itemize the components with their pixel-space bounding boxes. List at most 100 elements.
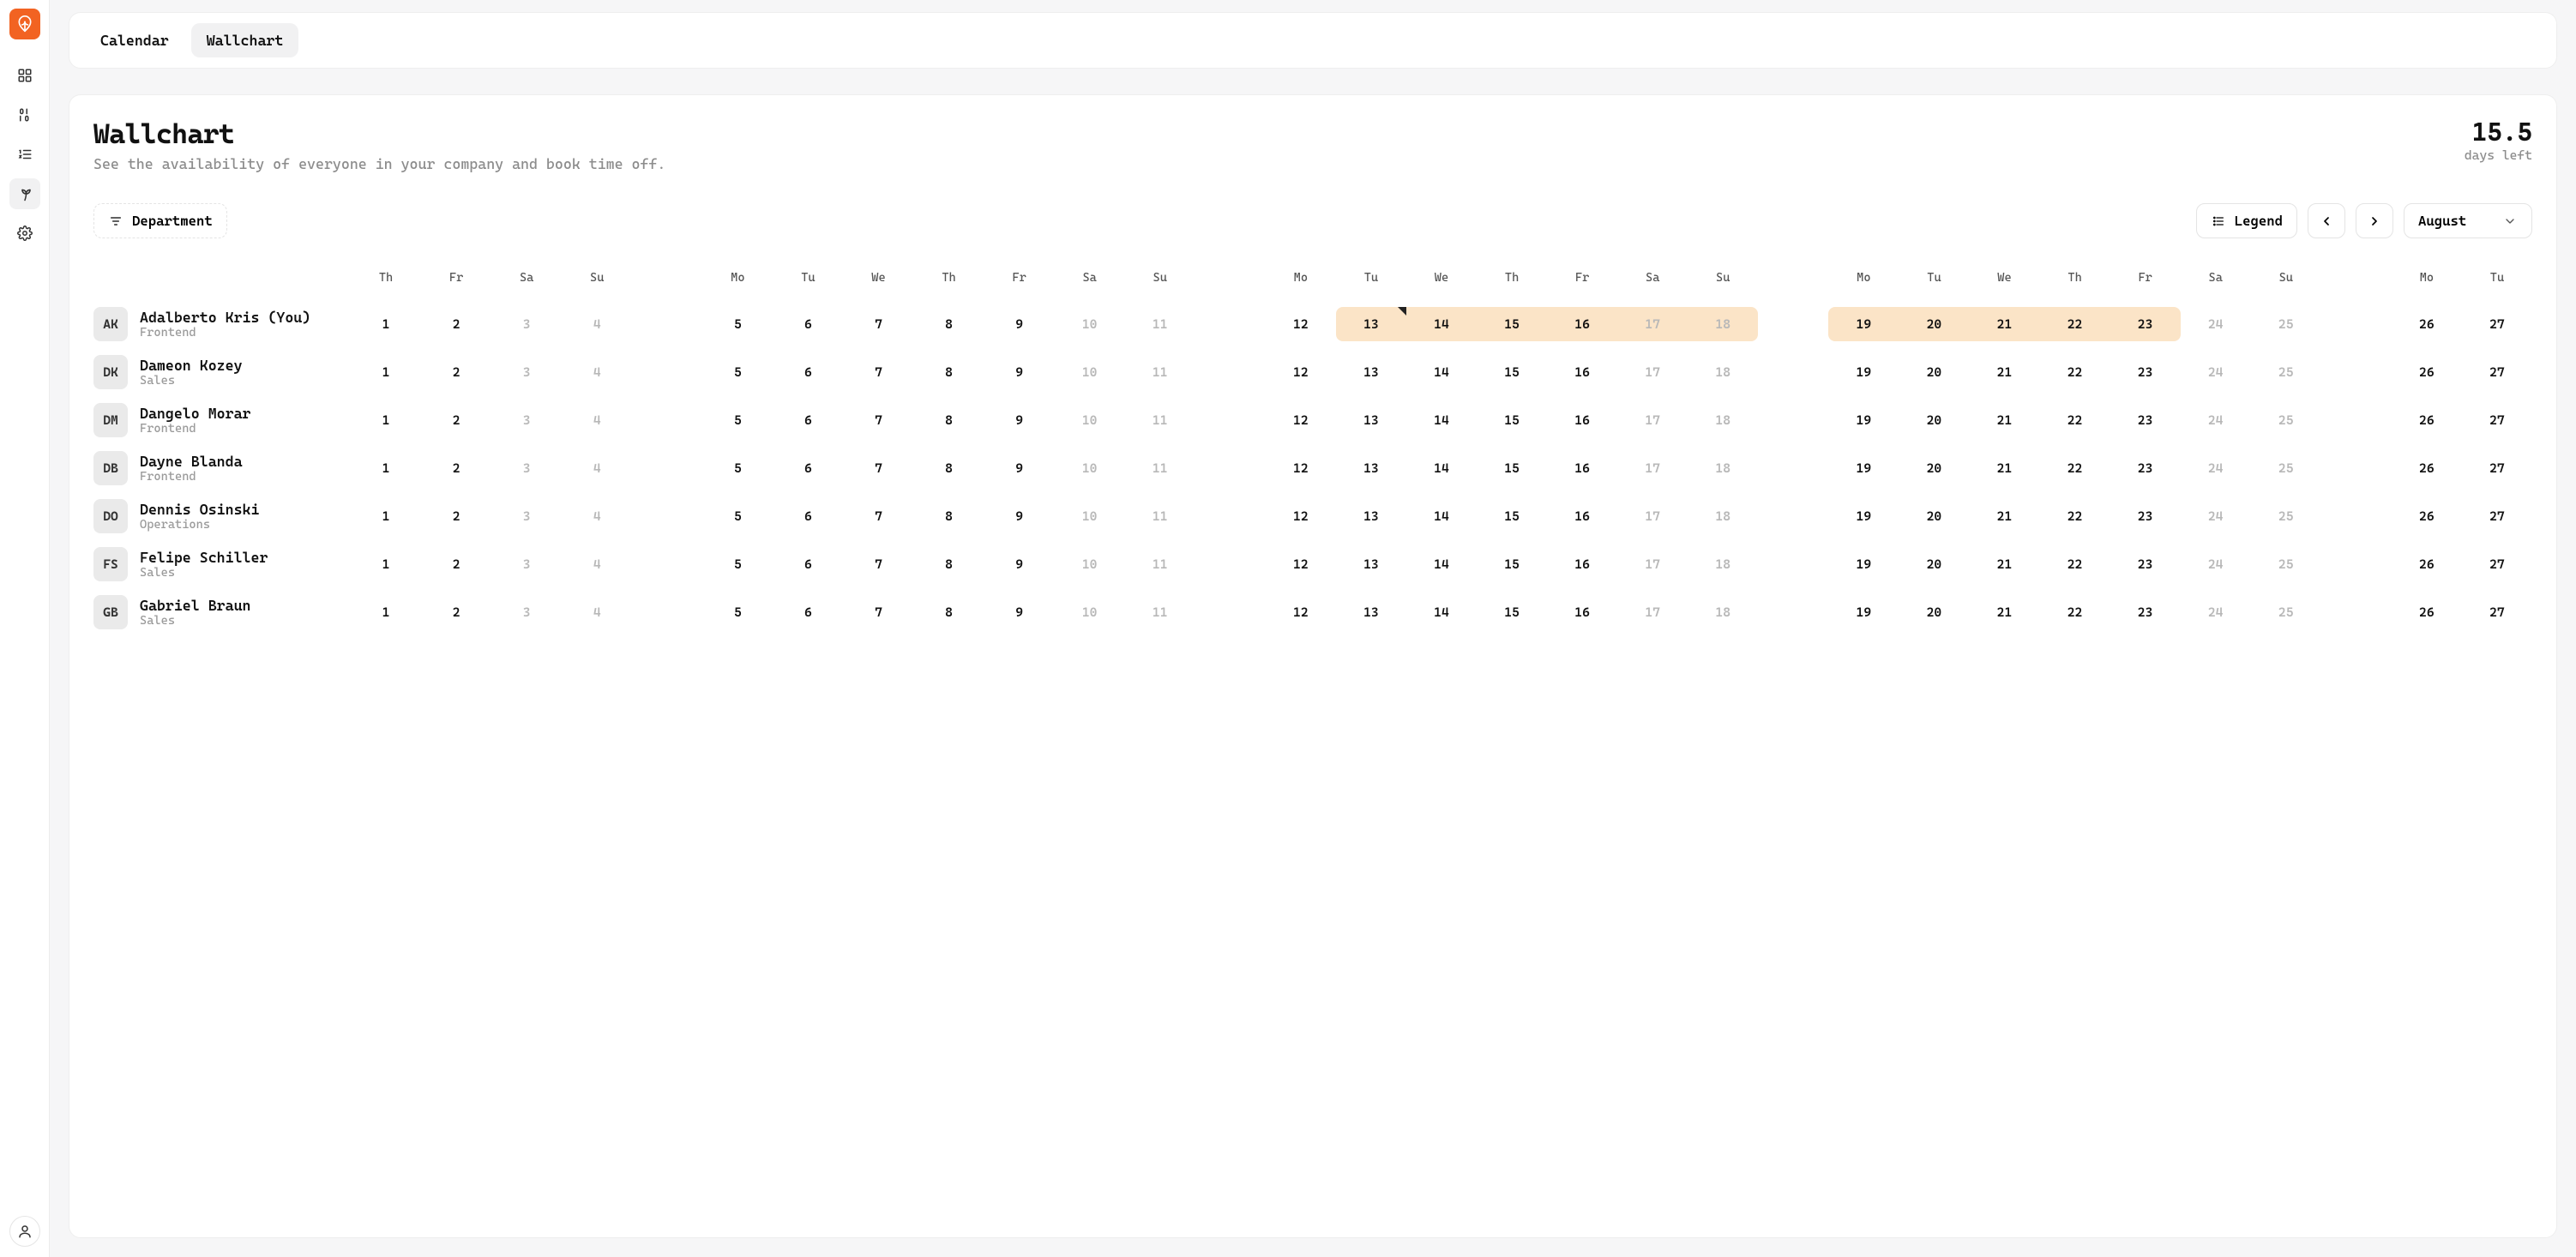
day-cell[interactable]: 21 bbox=[1969, 403, 2039, 437]
day-cell[interactable]: 9 bbox=[984, 403, 1055, 437]
day-cell[interactable]: 8 bbox=[914, 307, 984, 341]
day-cell[interactable]: 12 bbox=[1266, 307, 1336, 341]
day-cell[interactable]: 24 bbox=[2181, 355, 2251, 389]
day-cell[interactable]: 16 bbox=[1547, 451, 1617, 485]
day-cell[interactable]: 10 bbox=[1055, 403, 1125, 437]
user-menu[interactable] bbox=[9, 1216, 40, 1247]
day-cell[interactable]: 3 bbox=[491, 499, 562, 533]
day-cell[interactable]: 10 bbox=[1055, 547, 1125, 581]
day-cell[interactable]: 26 bbox=[2392, 499, 2462, 533]
day-cell[interactable]: 1 bbox=[351, 403, 421, 437]
day-cell[interactable]: 25 bbox=[2251, 355, 2321, 389]
day-cell[interactable]: 17 bbox=[1617, 403, 1688, 437]
day-cell[interactable]: 3 bbox=[491, 547, 562, 581]
day-cell[interactable]: 21 bbox=[1969, 307, 2039, 341]
day-cell[interactable]: 17 bbox=[1617, 547, 1688, 581]
day-cell[interactable]: 18 bbox=[1688, 595, 1758, 629]
day-cell[interactable]: 12 bbox=[1266, 403, 1336, 437]
day-cell[interactable]: 25 bbox=[2251, 403, 2321, 437]
day-cell[interactable]: 26 bbox=[2392, 595, 2462, 629]
day-cell[interactable]: 7 bbox=[843, 403, 913, 437]
day-cell[interactable]: 13 bbox=[1336, 403, 1406, 437]
day-cell[interactable]: 23 bbox=[2110, 547, 2181, 581]
day-cell[interactable]: 6 bbox=[773, 499, 843, 533]
day-cell[interactable]: 5 bbox=[702, 547, 773, 581]
day-cell[interactable]: 27 bbox=[2462, 595, 2532, 629]
day-cell[interactable]: 9 bbox=[984, 499, 1055, 533]
day-cell[interactable]: 21 bbox=[1969, 595, 2039, 629]
day-cell[interactable]: 9 bbox=[984, 307, 1055, 341]
day-cell[interactable]: 11 bbox=[1125, 595, 1195, 629]
day-cell[interactable]: 19 bbox=[1828, 499, 1899, 533]
day-cell[interactable]: 23 bbox=[2110, 595, 2181, 629]
day-cell[interactable]: 17 bbox=[1617, 499, 1688, 533]
day-cell[interactable]: 10 bbox=[1055, 451, 1125, 485]
day-cell[interactable]: 13 bbox=[1336, 451, 1406, 485]
day-cell[interactable]: 3 bbox=[491, 595, 562, 629]
day-cell[interactable]: 7 bbox=[843, 595, 913, 629]
day-cell[interactable]: 26 bbox=[2392, 547, 2462, 581]
day-cell[interactable]: 5 bbox=[702, 403, 773, 437]
day-cell[interactable]: 26 bbox=[2392, 403, 2462, 437]
day-cell[interactable]: 22 bbox=[2040, 547, 2110, 581]
person-cell[interactable]: DK Dameon Kozey Sales bbox=[93, 350, 351, 394]
day-cell[interactable]: 24 bbox=[2181, 547, 2251, 581]
day-cell[interactable]: 18 bbox=[1688, 355, 1758, 389]
day-cell[interactable]: 15 bbox=[1477, 355, 1547, 389]
day-cell[interactable]: 11 bbox=[1125, 307, 1195, 341]
day-cell[interactable]: 19 bbox=[1828, 355, 1899, 389]
day-cell[interactable]: 14 bbox=[1406, 595, 1477, 629]
day-cell[interactable]: 4 bbox=[562, 595, 632, 629]
day-cell[interactable]: 5 bbox=[702, 595, 773, 629]
day-cell[interactable]: 5 bbox=[702, 355, 773, 389]
day-cell[interactable]: 4 bbox=[562, 499, 632, 533]
day-cell[interactable]: 17 bbox=[1617, 355, 1688, 389]
day-cell[interactable]: 24 bbox=[2181, 451, 2251, 485]
day-cell[interactable]: 21 bbox=[1969, 355, 2039, 389]
day-cell[interactable]: 22 bbox=[2040, 499, 2110, 533]
day-cell[interactable]: 7 bbox=[843, 307, 913, 341]
day-cell[interactable]: 6 bbox=[773, 307, 843, 341]
day-cell[interactable]: 25 bbox=[2251, 547, 2321, 581]
day-cell[interactable]: 25 bbox=[2251, 307, 2321, 341]
day-cell[interactable]: 6 bbox=[773, 547, 843, 581]
day-cell[interactable]: 3 bbox=[491, 307, 562, 341]
day-cell[interactable]: 17 bbox=[1617, 451, 1688, 485]
day-cell[interactable]: 18 bbox=[1688, 307, 1758, 341]
day-cell[interactable]: 27 bbox=[2462, 307, 2532, 341]
day-cell[interactable]: 14 bbox=[1406, 451, 1477, 485]
legend-button[interactable]: Legend bbox=[2196, 203, 2297, 238]
person-cell[interactable]: FS Felipe Schiller Sales bbox=[93, 542, 351, 586]
day-cell[interactable]: 8 bbox=[914, 595, 984, 629]
day-cell[interactable]: 11 bbox=[1125, 355, 1195, 389]
day-cell[interactable]: 14 bbox=[1406, 547, 1477, 581]
day-cell[interactable]: 6 bbox=[773, 451, 843, 485]
day-cell[interactable]: 24 bbox=[2181, 403, 2251, 437]
day-cell[interactable]: 2 bbox=[421, 355, 491, 389]
day-cell[interactable]: 16 bbox=[1547, 499, 1617, 533]
day-cell[interactable]: 24 bbox=[2181, 595, 2251, 629]
day-cell[interactable]: 26 bbox=[2392, 355, 2462, 389]
day-cell[interactable]: 10 bbox=[1055, 355, 1125, 389]
month-select[interactable]: August bbox=[2404, 203, 2532, 238]
nav-tasks[interactable] bbox=[9, 139, 40, 170]
day-cell[interactable]: 24 bbox=[2181, 307, 2251, 341]
day-cell[interactable]: 12 bbox=[1266, 547, 1336, 581]
day-cell[interactable]: 4 bbox=[562, 547, 632, 581]
day-cell[interactable]: 2 bbox=[421, 403, 491, 437]
day-cell[interactable]: 27 bbox=[2462, 451, 2532, 485]
day-cell[interactable]: 10 bbox=[1055, 499, 1125, 533]
day-cell[interactable]: 12 bbox=[1266, 451, 1336, 485]
day-cell[interactable]: 15 bbox=[1477, 547, 1547, 581]
day-cell[interactable]: 2 bbox=[421, 307, 491, 341]
day-cell[interactable]: 7 bbox=[843, 499, 913, 533]
day-cell[interactable]: 19 bbox=[1828, 403, 1899, 437]
day-cell[interactable]: 20 bbox=[1899, 307, 1969, 341]
day-cell[interactable]: 4 bbox=[562, 403, 632, 437]
day-cell[interactable]: 11 bbox=[1125, 547, 1195, 581]
day-cell[interactable]: 10 bbox=[1055, 595, 1125, 629]
day-cell[interactable]: 9 bbox=[984, 547, 1055, 581]
day-cell[interactable]: 25 bbox=[2251, 499, 2321, 533]
day-cell[interactable]: 7 bbox=[843, 547, 913, 581]
day-cell[interactable]: 15 bbox=[1477, 307, 1547, 341]
